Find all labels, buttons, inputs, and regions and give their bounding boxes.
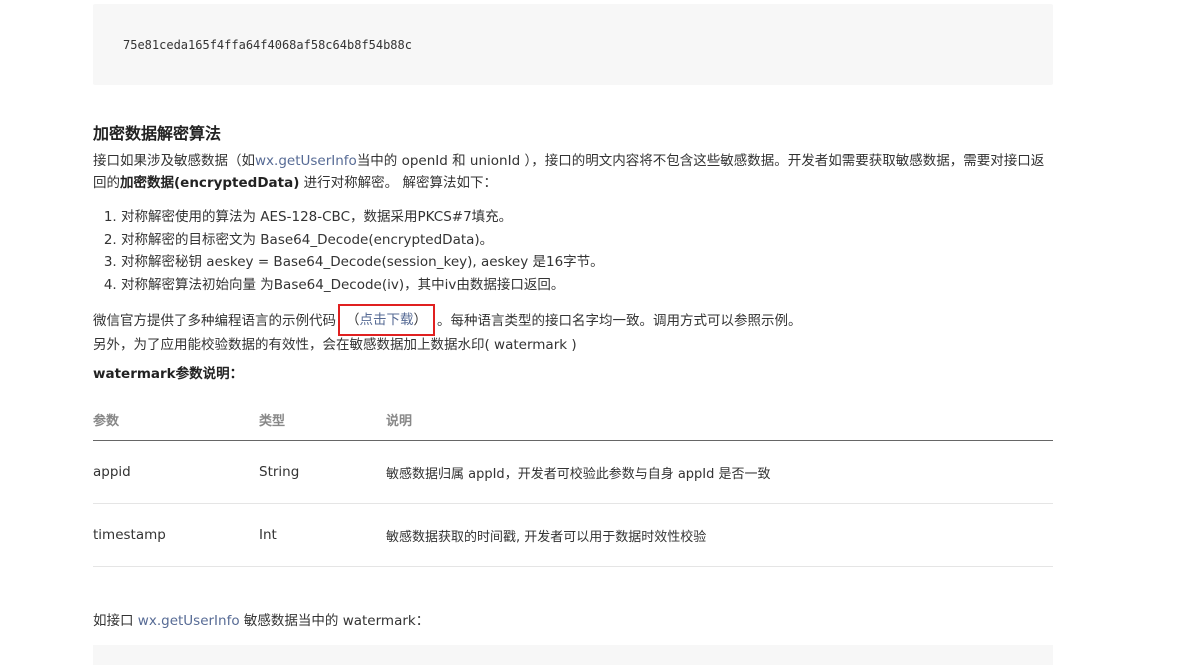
- example-paragraph: 如接口 wx.getUserInfo 敏感数据当中的 watermark：: [93, 610, 1053, 632]
- cell-param: appid: [93, 440, 259, 504]
- example-text-a: 如接口: [93, 613, 138, 629]
- code-block-2: [93, 645, 1053, 665]
- table-row: timestamp Int 敏感数据获取的时间戳, 开发者可以用于数据时效性校验: [93, 503, 1053, 567]
- cell-param: timestamp: [93, 503, 259, 567]
- list-item: 对称解密算法初始向量 为Base64_Decode(iv)，其中iv由数据接口返…: [121, 274, 604, 297]
- table-header-row: 参数 类型 说明: [93, 399, 1053, 441]
- header-type: 类型: [259, 399, 386, 441]
- decrypt-steps-list: 对称解密使用的算法为 AES-128-CBC，数据采用PKCS#7填充。 对称解…: [93, 206, 604, 296]
- download-highlight-box: （点击下载）: [338, 304, 435, 336]
- encrypted-data-term: 加密数据(encryptedData): [120, 175, 300, 191]
- sample-code-paragraph: 微信官方提供了多种编程语言的示例代码 （点击下载） 。每种语言类型的接口名字均一致。…: [93, 304, 1053, 337]
- download-link[interactable]: 点击下载: [360, 312, 414, 328]
- sample-text-a: 微信官方提供了多种编程语言的示例代码: [93, 313, 336, 329]
- intro-text-c: 进行对称解密。 解密算法如下：: [299, 175, 497, 191]
- cell-type: String: [259, 440, 386, 504]
- watermark-heading: watermark参数说明：: [93, 366, 244, 382]
- example-text-b: 敏感数据当中的 watermark：: [239, 613, 430, 629]
- getuserinfo-link-2[interactable]: wx.getUserInfo: [138, 613, 240, 629]
- intro-paragraph: 接口如果涉及敏感数据（如wx.getUserInfo当中的 openId 和 u…: [93, 150, 1053, 194]
- list-item: 对称解密使用的算法为 AES-128-CBC，数据采用PKCS#7填充。: [121, 206, 604, 229]
- code-block: 75e81ceda165f4ffa64f4068af58c64b8f54b88c: [93, 4, 1053, 85]
- sample-text-b: 。每种语言类型的接口名字均一致。调用方式可以参照示例。: [437, 313, 802, 329]
- cell-type: Int: [259, 503, 386, 567]
- cell-desc: 敏感数据获取的时间戳, 开发者可以用于数据时效性校验: [386, 503, 1053, 567]
- getuserinfo-link[interactable]: wx.getUserInfo: [255, 153, 357, 169]
- close-paren: ）: [413, 312, 428, 328]
- section-title: 加密数据解密算法: [93, 124, 222, 143]
- watermark-note: 另外，为了应用能校验数据的有效性，会在敏感数据加上数据水印( watermark…: [93, 337, 577, 353]
- intro-text-a: 接口如果涉及敏感数据（如: [93, 153, 255, 169]
- watermark-params-table: 参数 类型 说明 appid String 敏感数据归属 appId，开发者可校…: [93, 399, 1053, 567]
- hash-text: 75e81ceda165f4ffa64f4068af58c64b8f54b88c: [123, 38, 412, 52]
- list-item: 对称解密的目标密文为 Base64_Decode(encryptedData)。: [121, 229, 604, 252]
- open-paren: （: [346, 312, 360, 328]
- cell-desc: 敏感数据归属 appId，开发者可校验此参数与自身 appId 是否一致: [386, 440, 1053, 504]
- list-item: 对称解密秘钥 aeskey = Base64_Decode(session_ke…: [121, 251, 604, 274]
- header-param: 参数: [93, 399, 259, 441]
- table-row: appid String 敏感数据归属 appId，开发者可校验此参数与自身 a…: [93, 440, 1053, 504]
- header-desc: 说明: [386, 399, 1053, 441]
